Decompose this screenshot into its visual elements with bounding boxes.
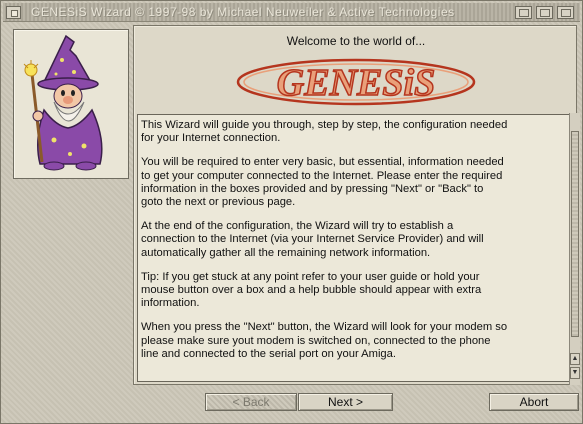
scroll-up-icon[interactable]: ▲ xyxy=(570,353,580,365)
genesis-logo: GENESiS xyxy=(236,58,476,106)
info-paragraph: When you press the "Next" button, the Wi… xyxy=(141,321,508,360)
depth-gadget[interactable] xyxy=(557,6,574,19)
info-paragraph: You will be required to enter very basic… xyxy=(141,156,504,209)
abort-button[interactable]: Abort xyxy=(489,393,579,411)
title-bar[interactable]: GENESiS Wizard © 1997-98 by Michael Neuw… xyxy=(3,3,580,22)
info-paragraph: Tip: If you get stuck at any point refer… xyxy=(141,270,482,310)
close-gadget[interactable] xyxy=(6,6,21,19)
scroll-down-icon[interactable]: ▼ xyxy=(570,367,580,379)
zoom-gadget[interactable] xyxy=(515,6,532,19)
back-button[interactable]: < Back xyxy=(205,393,297,411)
logo-text: GENESiS xyxy=(277,62,435,104)
welcome-panel: Welcome to the world of... GENESiS This … xyxy=(133,25,577,385)
wizard-icon xyxy=(23,34,103,171)
window-title: GENESiS Wizard © 1997-98 by Michael Neuw… xyxy=(31,5,455,19)
text-scrollbar[interactable]: ▲ ▼ xyxy=(569,113,580,385)
info-paragraph: This Wizard will guide you through, step… xyxy=(141,119,508,145)
scroll-thumb[interactable] xyxy=(571,131,579,337)
info-paragraph: At the end of the configuration, the Wiz… xyxy=(141,220,484,259)
iconify-gadget[interactable] xyxy=(536,6,553,19)
wizard-image-frame xyxy=(13,29,129,179)
welcome-heading: Welcome to the world of... xyxy=(286,34,426,48)
wizard-window: GENESiS Wizard © 1997-98 by Michael Neuw… xyxy=(0,0,583,424)
next-button[interactable]: Next > xyxy=(298,393,393,411)
info-text-box: This Wizard will guide you through, step… xyxy=(137,114,571,382)
